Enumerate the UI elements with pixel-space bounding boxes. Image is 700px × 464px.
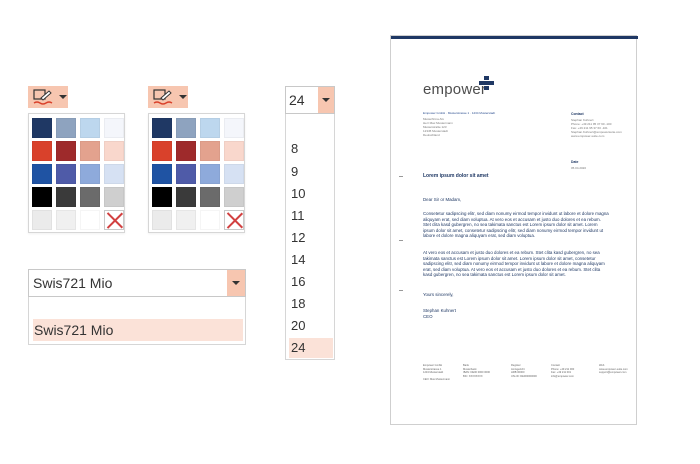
color-picker-button-left[interactable] bbox=[28, 86, 68, 108]
color-swatch[interactable] bbox=[56, 164, 76, 184]
color-swatch[interactable] bbox=[56, 118, 76, 138]
body-paragraph-1: Consetetur sadipscing elitr, sed diam no… bbox=[423, 211, 609, 239]
letter-page: empower Empower GmbH · Musterstrasse 1 ·… bbox=[390, 35, 638, 425]
fold-mark bbox=[399, 176, 403, 177]
color-swatch[interactable] bbox=[152, 187, 172, 207]
font-family-value: Swis721 Mio bbox=[33, 275, 113, 291]
date-value: 05.04.2020 bbox=[571, 166, 587, 170]
pen-icon bbox=[152, 88, 174, 106]
color-palette-left bbox=[28, 113, 125, 233]
size-option[interactable]: 14 bbox=[289, 250, 333, 270]
color-swatch[interactable] bbox=[200, 164, 220, 184]
color-swatch[interactable] bbox=[224, 164, 244, 184]
color-swatch[interactable] bbox=[32, 210, 52, 230]
footer-column: Empower GmbH Musterstrasse 1 1234 Muster… bbox=[423, 364, 451, 381]
no-color-swatch[interactable] bbox=[104, 210, 124, 230]
contact-label: Contact bbox=[571, 112, 584, 116]
page-header-bar bbox=[391, 36, 638, 39]
color-swatch[interactable] bbox=[104, 118, 124, 138]
size-option[interactable]: 9 bbox=[289, 162, 333, 182]
color-swatch[interactable] bbox=[80, 210, 100, 230]
size-option[interactable]: 20 bbox=[289, 316, 333, 336]
color-swatch[interactable] bbox=[56, 141, 76, 161]
no-color-swatch[interactable] bbox=[224, 210, 244, 230]
logo-icon bbox=[479, 76, 494, 90]
size-option[interactable]: 10 bbox=[289, 184, 333, 204]
chevron-down-icon bbox=[322, 98, 330, 102]
font-size-dropdown[interactable]: 24 bbox=[285, 86, 335, 114]
sender-line: Empower GmbH · Musterstrasse 1 · 1234 Mu… bbox=[423, 111, 496, 115]
color-swatch[interactable] bbox=[200, 141, 220, 161]
color-swatch[interactable] bbox=[32, 118, 52, 138]
color-swatch[interactable] bbox=[152, 118, 172, 138]
size-option[interactable]: 8 bbox=[289, 139, 333, 159]
color-swatch[interactable] bbox=[176, 210, 196, 230]
color-swatch[interactable] bbox=[152, 210, 172, 230]
color-swatch[interactable] bbox=[176, 187, 196, 207]
color-swatch[interactable] bbox=[152, 164, 172, 184]
signer: Stephan Kuhnert CEO bbox=[423, 308, 456, 319]
color-swatch[interactable] bbox=[224, 141, 244, 161]
body-paragraph-2: At vero eos et accusam et justo duo dolo… bbox=[423, 250, 605, 278]
chevron-down-icon bbox=[179, 95, 187, 99]
font-family-list: Swis721 Mio bbox=[28, 297, 246, 345]
footer-column: Bank Musterbank IBAN: DE00 0000 0000 BIC… bbox=[463, 364, 490, 378]
color-swatch[interactable] bbox=[224, 187, 244, 207]
size-option[interactable]: 18 bbox=[289, 294, 333, 314]
color-swatch[interactable] bbox=[80, 141, 100, 161]
footer-column: Web www.empower-suite.com support@empowe… bbox=[599, 364, 628, 374]
color-swatch[interactable] bbox=[104, 164, 124, 184]
color-swatch[interactable] bbox=[176, 164, 196, 184]
color-swatch[interactable] bbox=[80, 118, 100, 138]
salutation: Dear Sir or Madam, bbox=[423, 197, 462, 202]
size-dropdown-arrow[interactable] bbox=[318, 87, 334, 113]
chevron-down-icon bbox=[232, 281, 240, 285]
logo-text: empower bbox=[423, 81, 487, 98]
color-swatch[interactable] bbox=[56, 187, 76, 207]
color-swatch[interactable] bbox=[104, 141, 124, 161]
color-swatch[interactable] bbox=[200, 118, 220, 138]
size-option-selected[interactable]: 24 bbox=[289, 338, 333, 358]
color-palette-right bbox=[148, 113, 245, 233]
size-option[interactable]: 12 bbox=[289, 228, 333, 248]
size-option[interactable]: 11 bbox=[289, 206, 333, 226]
pen-icon bbox=[32, 88, 54, 106]
size-option[interactable]: 16 bbox=[289, 272, 333, 292]
font-dropdown-arrow[interactable] bbox=[227, 270, 245, 296]
fold-mark bbox=[399, 290, 403, 291]
letter-subject: Lorem ipsum dolor sit amet bbox=[423, 173, 489, 179]
font-option[interactable]: Swis721 Mio bbox=[33, 319, 243, 341]
color-swatch[interactable] bbox=[176, 118, 196, 138]
contact-details: Stephan Kuhnert Phone: +49 211 95 37 60 … bbox=[571, 118, 622, 138]
font-size-list: 8 9 10 11 12 14 16 18 20 24 bbox=[285, 114, 335, 360]
footer-column: Contact Phone: +49 211 000 Fax: +49 211 … bbox=[551, 364, 575, 378]
color-swatch[interactable] bbox=[32, 187, 52, 207]
footer-column: Register Amtsgericht HRB 00000 USt-ID: D… bbox=[511, 364, 537, 378]
color-swatch[interactable] bbox=[200, 210, 220, 230]
color-swatch[interactable] bbox=[176, 141, 196, 161]
color-swatch[interactable] bbox=[32, 141, 52, 161]
color-swatch[interactable] bbox=[104, 187, 124, 207]
color-picker-button-right[interactable] bbox=[148, 86, 188, 108]
font-size-value: 24 bbox=[289, 92, 305, 108]
color-swatch[interactable] bbox=[80, 187, 100, 207]
color-swatch[interactable] bbox=[200, 187, 220, 207]
punch-mark bbox=[399, 240, 403, 241]
color-swatch[interactable] bbox=[80, 164, 100, 184]
font-family-dropdown[interactable]: Swis721 Mio bbox=[28, 269, 246, 297]
color-swatch[interactable] bbox=[152, 141, 172, 161]
closing: Yours sincerely, bbox=[423, 292, 454, 297]
date-label: Date bbox=[571, 160, 579, 164]
recipient-address: Musterfirma AG Herr Max Mustermann Muste… bbox=[423, 117, 453, 137]
chevron-down-icon bbox=[59, 95, 67, 99]
color-swatch[interactable] bbox=[56, 210, 76, 230]
color-swatch[interactable] bbox=[32, 164, 52, 184]
color-swatch[interactable] bbox=[224, 118, 244, 138]
